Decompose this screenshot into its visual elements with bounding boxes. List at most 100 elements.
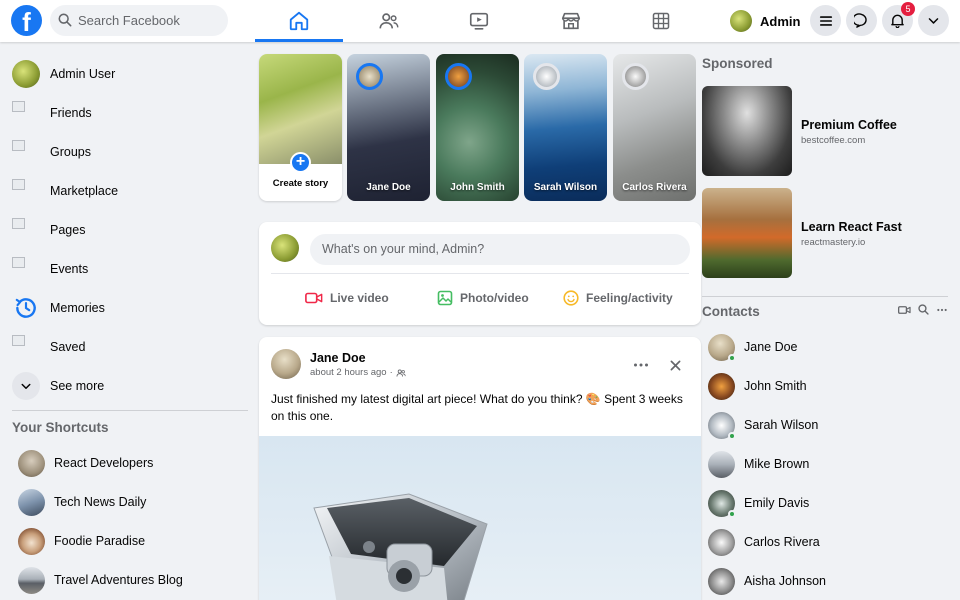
contact-name: Jane Doe (744, 340, 798, 354)
contact-item[interactable]: Carlos Rivera (708, 527, 948, 557)
ad-title: Learn React Fast (801, 220, 902, 234)
story-card[interactable]: Jane Doe (347, 54, 430, 201)
post-text: Just finished my latest digital art piec… (271, 392, 683, 423)
post-time[interactable]: about 2 hours ago (310, 367, 387, 378)
close-icon (670, 360, 681, 371)
contact-name: Mike Brown (744, 457, 810, 471)
shortcut-item[interactable]: Foodie Paradise (18, 527, 248, 555)
contact-item[interactable]: Emily Davis (708, 488, 948, 518)
contacts-toolbar (898, 304, 948, 315)
contact-item[interactable]: Aisha Johnson (708, 566, 948, 596)
story-avatar (445, 63, 472, 90)
right-divider (702, 296, 948, 297)
avatar (708, 372, 735, 400)
profile-chip[interactable]: Admin (730, 6, 800, 36)
more-horizontal-icon (634, 363, 648, 367)
sidebar-item-label: Groups (50, 145, 91, 159)
tab-friends[interactable] (345, 0, 433, 42)
search-box[interactable] (50, 5, 228, 36)
ad-title: Premium Coffee (801, 118, 897, 132)
story-name: Carlos Rivera (622, 182, 687, 193)
sidebar-item-pages[interactable]: Pages (6, 212, 246, 248)
composer-input[interactable]: What's on your mind, Admin? (310, 234, 690, 265)
sidebar-item-label: Saved (50, 340, 86, 354)
sidebar-item-label: Admin User (50, 67, 116, 81)
create-story-card[interactable]: + Create story (259, 54, 342, 201)
home-icon (289, 11, 309, 31)
search-input[interactable] (78, 5, 223, 36)
photo-video-button[interactable]: Photo/video (437, 284, 529, 312)
video-call-icon[interactable] (898, 305, 911, 315)
sidebar-item-friends[interactable]: Friends (6, 95, 246, 131)
story-card[interactable]: Carlos Rivera (613, 54, 696, 201)
menu-button[interactable] (810, 5, 841, 36)
sidebar-item-label: Friends (50, 106, 92, 120)
messenger-button[interactable] (846, 5, 877, 36)
avatar (708, 528, 735, 556)
marketplace-icon (561, 12, 581, 30)
post-meta: about 2 hours ago · (310, 367, 406, 378)
search-icon[interactable] (918, 304, 929, 315)
ad-image (702, 188, 792, 278)
action-label: Live video (330, 291, 389, 305)
story-card[interactable]: John Smith (436, 54, 519, 201)
post-author[interactable]: Jane Doe (310, 351, 366, 365)
contact-name: Carlos Rivera (744, 535, 820, 549)
sidebar-item-profile[interactable]: Admin User (6, 56, 246, 92)
saved-icon (12, 333, 40, 361)
contact-item[interactable]: John Smith (708, 371, 948, 401)
story-name: Sarah Wilson (533, 182, 598, 193)
story-avatar (622, 63, 649, 90)
feeling-activity-button[interactable]: Feeling/activity (563, 284, 673, 312)
messenger-icon (854, 13, 867, 28)
action-label: Photo/video (460, 291, 529, 305)
story-avatar (356, 63, 383, 90)
shortcut-thumbnail (18, 488, 45, 516)
sidebar-divider (12, 410, 248, 411)
story-card[interactable]: Sarah Wilson (524, 54, 607, 201)
sidebar-item-saved[interactable]: Saved (6, 329, 246, 365)
video-camera-icon (305, 292, 323, 304)
notifications-button[interactable]: 5 (882, 2, 915, 36)
sidebar-item-label: Memories (50, 301, 105, 315)
memories-icon (12, 294, 40, 322)
contact-item[interactable]: Mike Brown (708, 449, 948, 479)
hamburger-menu-icon (819, 15, 832, 26)
sidebar-item-groups[interactable]: Groups (6, 134, 246, 170)
tab-watch[interactable] (435, 0, 523, 42)
smiley-icon (563, 290, 579, 306)
binocular-viewer-illustration (313, 493, 488, 600)
sidebar-see-more[interactable]: See more (6, 368, 246, 404)
feed-post: Jane Doe about 2 hours ago · Just finish… (259, 337, 701, 600)
tab-gaming[interactable] (617, 0, 705, 42)
contact-item[interactable]: Jane Doe (708, 332, 948, 362)
chevron-down-icon (928, 18, 939, 24)
live-video-button[interactable]: Live video (305, 284, 389, 312)
online-indicator (728, 353, 736, 362)
contact-item[interactable]: Sarah Wilson (708, 410, 948, 440)
post-photo[interactable] (259, 436, 701, 600)
story-name: Jane Doe (366, 182, 411, 193)
friends-icon (12, 99, 40, 127)
facebook-logo[interactable]: f (11, 5, 42, 36)
account-dropdown-button[interactable] (918, 5, 949, 36)
composer-divider (271, 273, 689, 274)
hide-post-button[interactable] (670, 358, 681, 376)
sidebar-item-events[interactable]: Events (6, 251, 246, 287)
shortcut-item[interactable]: Tech News Daily (18, 488, 248, 516)
plus-icon: + (290, 152, 311, 173)
sidebar-item-memories[interactable]: Memories (6, 290, 246, 326)
sponsored-ad[interactable]: Learn React Fast reactmastery.io (702, 188, 952, 278)
sidebar-item-marketplace[interactable]: Marketplace (6, 173, 246, 209)
contact-name: Emily Davis (744, 496, 810, 510)
avatar[interactable] (271, 349, 301, 379)
avatar (708, 489, 736, 518)
tab-home[interactable] (255, 0, 343, 42)
friends-audience-icon (396, 368, 406, 376)
tab-marketplace[interactable] (527, 0, 615, 42)
shortcut-item[interactable]: Travel Adventures Blog (18, 566, 248, 594)
more-horizontal-icon[interactable] (936, 308, 948, 312)
sponsored-ad[interactable]: Premium Coffee bestcoffee.com (702, 86, 952, 176)
shortcut-item[interactable]: React Developers (18, 449, 248, 477)
more-options-button[interactable] (633, 355, 649, 373)
